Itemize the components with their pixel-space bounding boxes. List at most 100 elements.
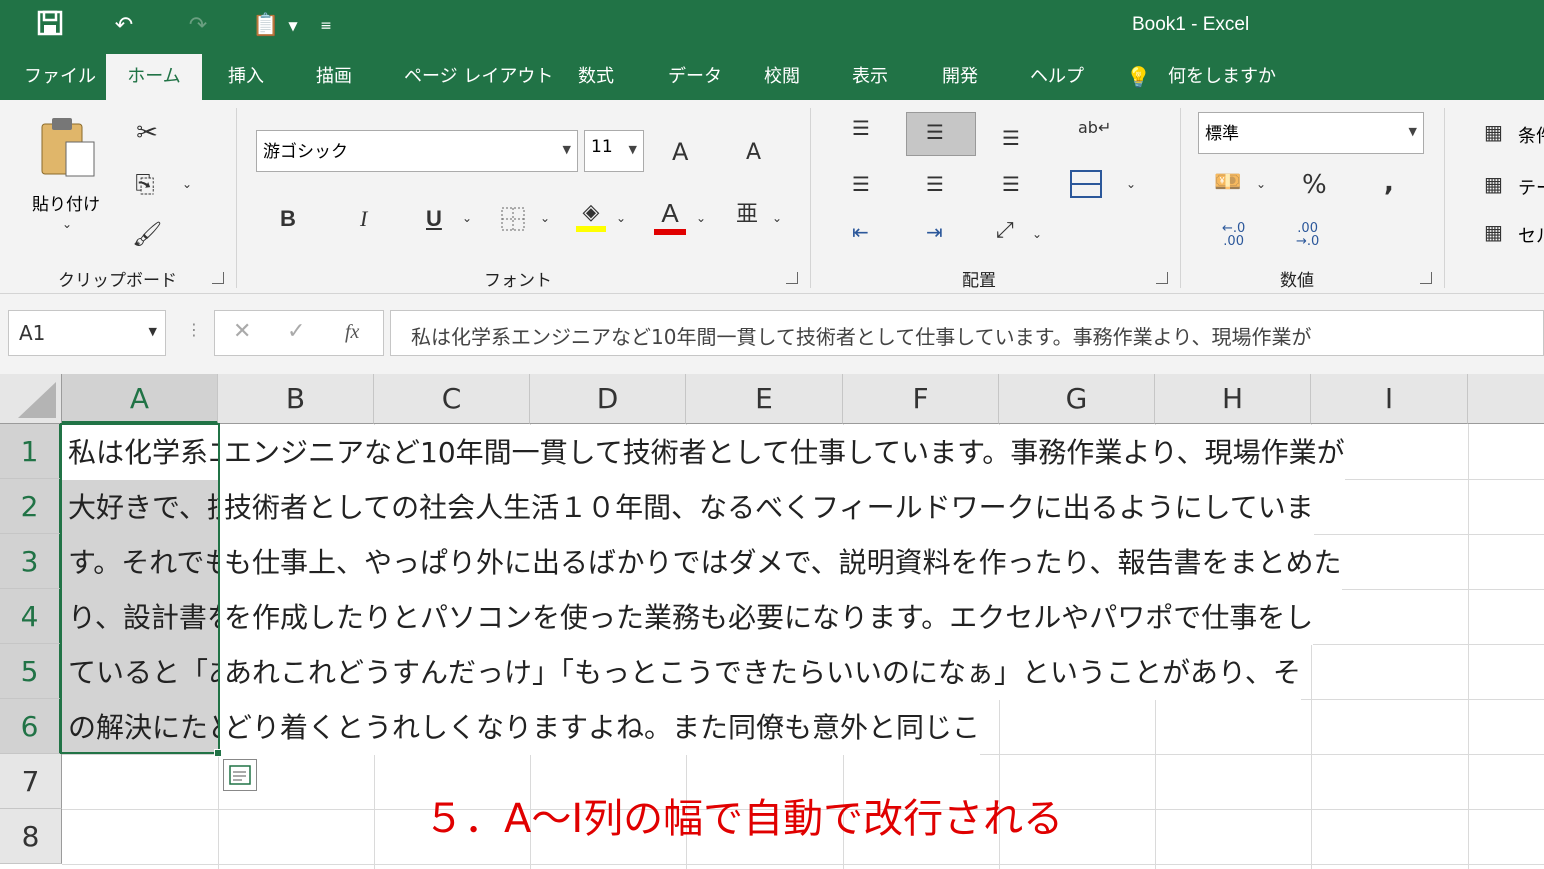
row-header-2[interactable]: 2	[0, 479, 62, 534]
align-bottom-icon[interactable]: ☰	[1002, 128, 1020, 148]
chevron-down-icon[interactable]: ⌄	[62, 218, 72, 230]
tab-file[interactable]: ファイル	[16, 54, 104, 100]
merge-center-icon[interactable]	[1070, 170, 1102, 203]
number-format-select[interactable]: 標準 ▼	[1198, 112, 1424, 154]
tab-view[interactable]: 表示	[844, 54, 896, 100]
column-header-a[interactable]: A	[62, 374, 218, 424]
orientation-icon[interactable]: ⤢	[996, 220, 1014, 242]
cut-icon[interactable]: ✂	[132, 120, 162, 146]
shrink-font-icon[interactable]: A	[746, 142, 761, 164]
fill-handle[interactable]	[214, 749, 222, 757]
conditional-format-label[interactable]: 条件	[1518, 122, 1544, 148]
align-center-icon[interactable]: ☰	[926, 174, 944, 194]
chevron-down-icon[interactable]: ⌄	[1032, 228, 1042, 240]
font-color-icon[interactable]: A	[654, 200, 686, 235]
tab-home[interactable]: ホーム	[106, 54, 202, 100]
italic-icon[interactable]: I	[360, 208, 367, 230]
font-name-select[interactable]: 游ゴシック ▼	[256, 130, 578, 172]
chevron-down-icon[interactable]: ⌄	[772, 212, 782, 224]
tab-help[interactable]: ヘルプ	[1022, 54, 1092, 100]
column-header-i[interactable]: I	[1311, 374, 1468, 424]
row-header-1[interactable]: 1	[0, 424, 62, 479]
chevron-down-icon[interactable]: ⌄	[540, 212, 550, 224]
cancel-icon[interactable]: ✕	[233, 319, 251, 344]
select-all-corner[interactable]	[0, 374, 62, 424]
dialog-launcher-icon[interactable]	[1156, 272, 1168, 284]
format-painter-icon[interactable]: 🖌	[132, 222, 162, 246]
conditional-format-icon[interactable]: ▦	[1484, 122, 1503, 142]
redo-icon[interactable]: ↷	[182, 10, 214, 42]
cell-styles-icon[interactable]: ▦	[1484, 222, 1503, 242]
chevron-down-icon[interactable]: ⌄	[462, 212, 472, 224]
cell-overflow-row-4: を作成したりとパソコンを使った業務も必要になります。エクセルやパワポで仕事をし	[218, 590, 1314, 645]
percent-icon[interactable]: %	[1302, 172, 1327, 198]
quick-analysis-icon[interactable]	[223, 759, 257, 791]
increase-indent-icon[interactable]: ⇥	[926, 222, 943, 242]
column-header-g[interactable]: G	[999, 374, 1155, 424]
row-header-3[interactable]: 3	[0, 534, 62, 589]
phonetic-icon[interactable]: 亜	[736, 204, 758, 226]
paste-icon[interactable]	[38, 116, 98, 178]
save-icon[interactable]	[34, 10, 66, 42]
enter-icon[interactable]: ✓	[287, 319, 305, 344]
column-header-e[interactable]: E	[686, 374, 843, 424]
column-header-h[interactable]: H	[1155, 374, 1311, 424]
font-size-select[interactable]: 11 ▼	[584, 130, 644, 172]
ribbon-tabs: ファイル ホーム 挿入 描画 ページ レイアウト 数式 データ 校閲 表示 開発…	[0, 54, 1544, 100]
dialog-launcher-icon[interactable]	[212, 272, 224, 284]
copy-icon[interactable]: ⎘	[130, 172, 160, 196]
tab-page-layout[interactable]: ページ レイアウト	[396, 54, 561, 100]
format-as-table-label[interactable]: テー	[1518, 174, 1544, 200]
tab-draw[interactable]: 描画	[308, 54, 360, 100]
align-top-icon[interactable]: ☰	[852, 118, 870, 138]
worksheet-grid[interactable]: A B C D E F G H I 1 2 3 4 5 6 7 8 私は化学系エ…	[0, 374, 1544, 869]
dialog-launcher-icon[interactable]	[1420, 272, 1432, 284]
format-as-table-icon[interactable]: ▦	[1484, 174, 1503, 194]
chevron-down-icon[interactable]: ⌄	[1256, 178, 1266, 190]
column-header-b[interactable]: B	[218, 374, 374, 424]
tab-data[interactable]: データ	[660, 54, 730, 100]
borders-icon[interactable]	[500, 206, 526, 237]
tell-me-box[interactable]: 何をしますか	[1160, 54, 1284, 100]
bold-icon[interactable]: B	[280, 208, 296, 230]
grow-font-icon[interactable]: A	[672, 140, 688, 164]
tab-developer[interactable]: 開発	[934, 54, 986, 100]
chevron-down-icon[interactable]: ⌄	[696, 212, 706, 224]
column-header-d[interactable]: D	[530, 374, 686, 424]
column-header-f[interactable]: F	[843, 374, 999, 424]
undo-icon[interactable]: ↶	[108, 10, 140, 42]
decrease-decimal-icon[interactable]: .00 →.0	[1296, 222, 1319, 248]
row-header-4[interactable]: 4	[0, 589, 62, 644]
chevron-down-icon[interactable]: ⌄	[1126, 178, 1136, 190]
decrease-indent-icon[interactable]: ⇤	[852, 222, 869, 242]
column-header-c[interactable]: C	[374, 374, 530, 424]
chevron-down-icon[interactable]: ⌄	[616, 212, 626, 224]
cell-styles-label[interactable]: セル	[1518, 222, 1544, 248]
tab-review[interactable]: 校閲	[756, 54, 808, 100]
row-header-8[interactable]: 8	[0, 809, 62, 864]
formula-bar-grip-icon[interactable]: ⋮	[186, 320, 202, 339]
chevron-down-icon[interactable]: ▼	[285, 10, 301, 42]
insert-function-icon[interactable]: fx	[345, 321, 359, 344]
tab-insert[interactable]: 挿入	[220, 54, 272, 100]
currency-icon[interactable]: 💴	[1214, 172, 1241, 194]
row-header-5[interactable]: 5	[0, 644, 62, 699]
comma-icon[interactable]: ,	[1384, 170, 1394, 196]
name-box[interactable]: A1 ▼	[8, 310, 166, 356]
increase-decimal-icon[interactable]: ←.0.00	[1222, 222, 1245, 248]
tab-formulas[interactable]: 数式	[570, 54, 622, 100]
formula-input[interactable]: 私は化学系エンジニアなど10年間一貫して技術者として仕事しています。事務作業より…	[390, 310, 1544, 356]
paste-label[interactable]: 貼り付け	[32, 190, 100, 215]
row-header-6[interactable]: 6	[0, 699, 62, 754]
align-right-icon[interactable]: ☰	[1002, 174, 1020, 194]
column-header-j[interactable]	[1468, 374, 1544, 424]
fill-color-icon[interactable]: ◈	[576, 202, 606, 232]
customize-toolbar-icon[interactable]: ≡	[316, 10, 336, 42]
chevron-down-icon[interactable]: ⌄	[182, 178, 192, 190]
row-header-7[interactable]: 7	[0, 754, 62, 809]
align-left-icon[interactable]: ☰	[852, 174, 870, 194]
underline-icon[interactable]: U	[426, 208, 442, 230]
wrap-text-icon[interactable]: ab↵	[1078, 120, 1111, 136]
paste-quick-icon[interactable]: 📋	[250, 10, 282, 42]
dialog-launcher-icon[interactable]	[786, 272, 798, 284]
